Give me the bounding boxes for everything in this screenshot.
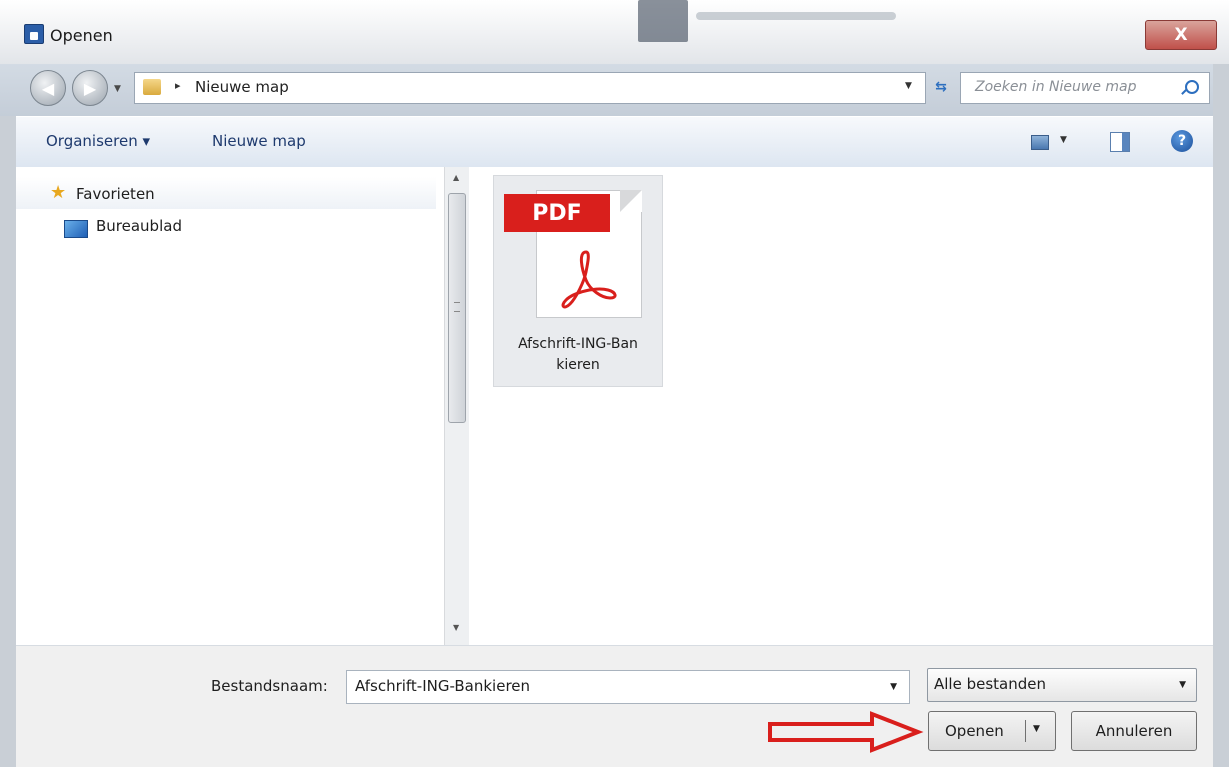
file-type-select[interactable]: Alle bestanden ▼ [927, 668, 1197, 702]
scroll-grip-icon [454, 302, 460, 312]
nav-item-favorites[interactable]: ★ Favorieten [16, 177, 436, 209]
search-icon[interactable] [1185, 80, 1199, 94]
search-placeholder: Zoeken in Nieuwe map [975, 79, 1137, 95]
filename-value: Afschrift-ING-Bankieren [355, 677, 531, 695]
app-icon [24, 24, 44, 44]
file-type-value: Alle bestanden [934, 675, 1046, 693]
navigation-pane: ★ Favorieten Bureaublad [16, 167, 444, 645]
dialog-footer: Bestandsnaam: Afschrift-ING-Bankieren ▼ … [16, 645, 1213, 767]
forward-button[interactable]: ▶ [72, 70, 108, 106]
file-list-pane: PDF Afschrift-ING-Ban kieren [469, 167, 1213, 645]
back-button[interactable]: ◀ [30, 70, 66, 106]
acrobat-logo-icon [561, 250, 617, 309]
background-window-text [696, 12, 896, 20]
scroll-thumb[interactable] [448, 193, 466, 423]
file-item[interactable]: PDF Afschrift-ING-Ban kieren [493, 175, 663, 387]
address-bar[interactable]: ▸ Nieuwe map ▼ [134, 72, 926, 104]
new-folder-button[interactable]: Nieuwe map [212, 132, 306, 150]
folder-icon [143, 79, 161, 95]
star-icon: ★ [50, 182, 67, 203]
filename-field[interactable]: Afschrift-ING-Bankieren ▼ [346, 670, 910, 704]
cancel-button[interactable]: Annuleren [1071, 711, 1197, 751]
search-input[interactable]: Zoeken in Nieuwe map [960, 72, 1210, 104]
navigation-scrollbar[interactable]: ▲ ▼ [444, 167, 469, 645]
background-window-thumbnail [638, 0, 688, 42]
chevron-down-icon: ▼ [1179, 680, 1186, 690]
open-options-dropdown[interactable]: ▼ [1033, 724, 1040, 734]
address-row: ◀ ▶ ▼ ▸ Nieuwe map ▼ ⇆ Zoeken in Nieuwe … [0, 64, 1229, 116]
refresh-button[interactable]: ⇆ [926, 72, 956, 102]
file-name-label: Afschrift-ING-Ban kieren [518, 336, 638, 373]
window-title: Openen [50, 26, 113, 45]
change-view-icon[interactable] [1031, 135, 1049, 150]
nav-item-desktop[interactable]: Bureaublad [96, 217, 182, 235]
scroll-down-arrow-icon[interactable]: ▼ [453, 623, 459, 632]
title-bar: Openen X [0, 0, 1229, 64]
window-frame-edge [1213, 64, 1229, 767]
preview-pane-icon[interactable] [1110, 132, 1130, 152]
view-options-dropdown[interactable]: ▼ [1060, 135, 1067, 145]
pdf-badge: PDF [504, 194, 610, 232]
open-file-dialog: Openen X ◀ ▶ ▼ ▸ Nieuwe map ▼ ⇆ Zoeken i… [0, 0, 1229, 767]
address-dropdown-button[interactable]: ▼ [905, 81, 912, 91]
help-icon[interactable]: ? [1171, 130, 1193, 152]
open-button[interactable]: Openen ▼ [928, 711, 1056, 751]
organize-menu-button[interactable]: Organiseren ▾ [46, 132, 150, 150]
close-button[interactable]: X [1145, 20, 1217, 50]
annotation-arrow-icon [768, 711, 924, 753]
filename-history-dropdown[interactable]: ▼ [890, 682, 897, 692]
open-button-label: Openen [945, 722, 1004, 740]
open-button-divider [1025, 720, 1026, 742]
nav-favorites-label: Favorieten [76, 185, 155, 203]
scroll-up-arrow-icon[interactable]: ▲ [453, 173, 459, 182]
desktop-icon [64, 220, 88, 238]
breadcrumb-arrow-icon[interactable]: ▸ [175, 79, 181, 92]
command-toolbar: Organiseren ▾ Nieuwe map ▼ ? [16, 116, 1213, 168]
breadcrumb-current-folder[interactable]: Nieuwe map [195, 78, 289, 96]
recent-locations-dropdown[interactable]: ▼ [114, 84, 121, 94]
filename-label: Bestandsnaam: [211, 677, 328, 695]
